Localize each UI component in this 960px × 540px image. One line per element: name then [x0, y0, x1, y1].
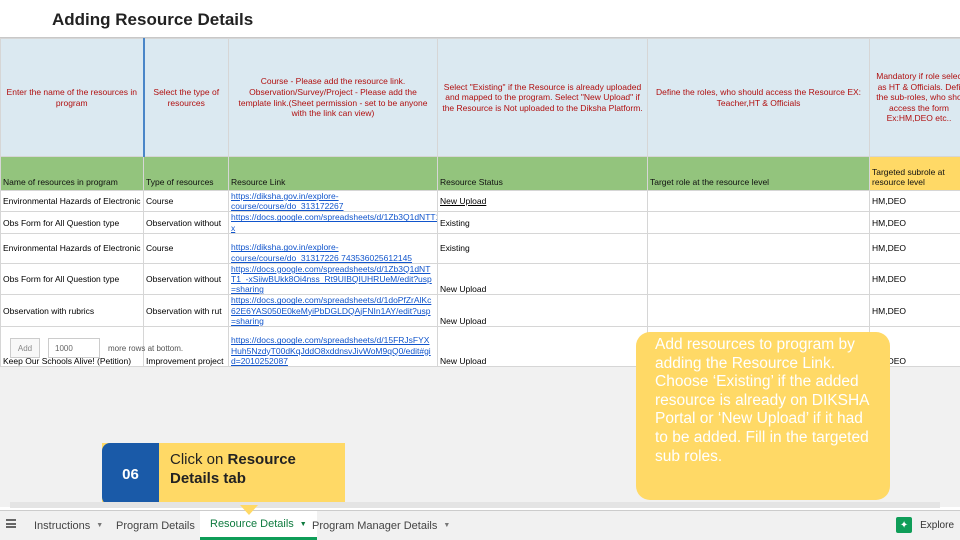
step-prefix: Click on [170, 451, 228, 468]
instruction-cell[interactable]: Mandatory if role selec as HT & Official… [869, 38, 960, 157]
all-sheets-menu-icon[interactable] [6, 519, 16, 528]
cell-link[interactable]: https://docs.google.com/spreadsheets/d/1… [228, 294, 438, 327]
step-instruction: Click on Resource Details tab [170, 451, 345, 489]
cell-name[interactable]: Environmental Hazards of Electronic W [0, 189, 144, 213]
table-row: Environmental Hazards of Electronic W Co… [0, 232, 960, 264]
cell-status[interactable]: Existing [437, 232, 648, 264]
chevron-down-icon: ▼ [299, 520, 307, 528]
column-header[interactable]: Resource Link [228, 156, 438, 191]
chevron-down-icon: ▼ [443, 522, 451, 529]
add-rows-control: Add 1000 more rows at bottom. [10, 338, 183, 358]
cell-subrole[interactable]: HM,DEO [869, 294, 960, 327]
cell-status[interactable]: New Upload [437, 294, 648, 327]
instruction-cell[interactable]: Select the type of resources [143, 38, 229, 157]
cell-name[interactable]: Obs Form for All Question type [0, 262, 144, 296]
explore-button[interactable]: ✦ Explore [896, 517, 954, 533]
cell-link[interactable]: https://diksha.gov.in/explore-course/cou… [228, 189, 438, 213]
cell-status[interactable]: Existing [437, 211, 648, 234]
explore-icon: ✦ [896, 517, 913, 533]
table-row: Obs Form for All Question type Observati… [0, 211, 960, 234]
instruction-cell[interactable]: Enter the name of the resources in progr… [0, 38, 145, 157]
cell-type[interactable]: Observation without [143, 211, 229, 234]
cell-type[interactable]: Course [143, 232, 229, 264]
cell-link[interactable]: https://docs.google.com/spreadsheets/d/1… [228, 262, 438, 296]
step-callout: 06 Click on Resource Details tab [102, 443, 345, 505]
chevron-down-icon: ▼ [96, 522, 104, 529]
instruction-callout: Add resources to program by adding the R… [636, 332, 890, 500]
cell-type[interactable]: Observation without [143, 262, 229, 296]
cell-subrole[interactable]: HM,DEO [869, 232, 960, 264]
row-count-input[interactable]: 1000 [48, 338, 100, 358]
tab-label: Instructions [34, 519, 91, 532]
explore-label: Explore [920, 519, 954, 531]
cell-link[interactable]: https://docs.google.com/spreadsheets/d/1… [228, 211, 438, 234]
instruction-cell[interactable]: Select "Existing" if the Resource is alr… [437, 38, 648, 157]
sheet-tab-bar: Instructions▼ Program Details▼ Resource … [0, 510, 960, 540]
cell-type[interactable]: Course [143, 189, 229, 213]
cell-link[interactable]: https://docs.google.com/spreadsheets/d/1… [228, 325, 438, 367]
add-rows-label: more rows at bottom. [108, 343, 184, 353]
add-rows-button[interactable]: Add [10, 338, 40, 358]
cell-status[interactable]: New Upload [437, 325, 648, 367]
cell-name[interactable]: Environmental Hazards of Electronic W [0, 232, 144, 264]
tab-label: Program Manager Details [312, 519, 438, 532]
horizontal-scrollbar[interactable] [10, 502, 940, 508]
tab-label: Resource Details [210, 518, 294, 530]
table-row: Observation with rubrics Observation wit… [0, 294, 960, 327]
step-number-badge: 06 [102, 443, 159, 505]
column-header[interactable]: Resource Status [437, 156, 648, 191]
cell-role[interactable] [647, 262, 870, 296]
resource-table: Enter the name of the resources in progr… [0, 38, 960, 367]
column-header[interactable]: Target role at the resource level [647, 156, 870, 191]
column-header[interactable]: Targeted subrole at resource level [869, 156, 960, 191]
instruction-cell[interactable]: Course - Please add the resource link. O… [228, 38, 438, 157]
tab-instructions[interactable]: Instructions ▼ [34, 511, 103, 540]
cell-name[interactable]: Observation with rubrics [0, 294, 144, 327]
cell-subrole[interactable]: HM,DEO [869, 262, 960, 296]
column-header[interactable]: Name of resources in program [0, 156, 144, 191]
slide-title: Adding Resource Details [52, 10, 254, 29]
cell-subrole[interactable]: HM,DEO [869, 211, 960, 234]
cell-role[interactable] [647, 189, 870, 213]
cell-link[interactable]: https://diksha.gov.in/explore-course/cou… [228, 232, 438, 264]
table-row: Environmental Hazards of Electronic W Co… [0, 189, 960, 213]
tab-program-details[interactable]: Program Details▼ [116, 511, 208, 540]
instruction-row: Enter the name of the resources in progr… [0, 38, 960, 157]
cell-name[interactable]: Obs Form for All Question type [0, 211, 144, 234]
cell-status[interactable]: New Upload [437, 189, 648, 213]
cell-type[interactable]: Observation with rut [143, 294, 229, 327]
tab-label: Program Details [116, 519, 195, 532]
cell-role[interactable] [647, 232, 870, 264]
cell-status[interactable]: New Upload [437, 262, 648, 296]
tab-program-manager-details[interactable]: Program Manager Details ▼ [312, 511, 450, 540]
tab-resource-details[interactable]: Resource Details ▼ [200, 511, 317, 540]
instruction-cell[interactable]: Define the roles, who should access the … [647, 38, 870, 157]
column-header[interactable]: Type of resources [143, 156, 229, 191]
cell-role[interactable] [647, 211, 870, 234]
table-row: Obs Form for All Question type Observati… [0, 262, 960, 296]
cell-role[interactable] [647, 294, 870, 327]
callout-pointer [240, 505, 258, 515]
cell-subrole[interactable]: HM,DEO [869, 189, 960, 213]
column-header-row: Name of resources in program Type of res… [0, 156, 960, 191]
